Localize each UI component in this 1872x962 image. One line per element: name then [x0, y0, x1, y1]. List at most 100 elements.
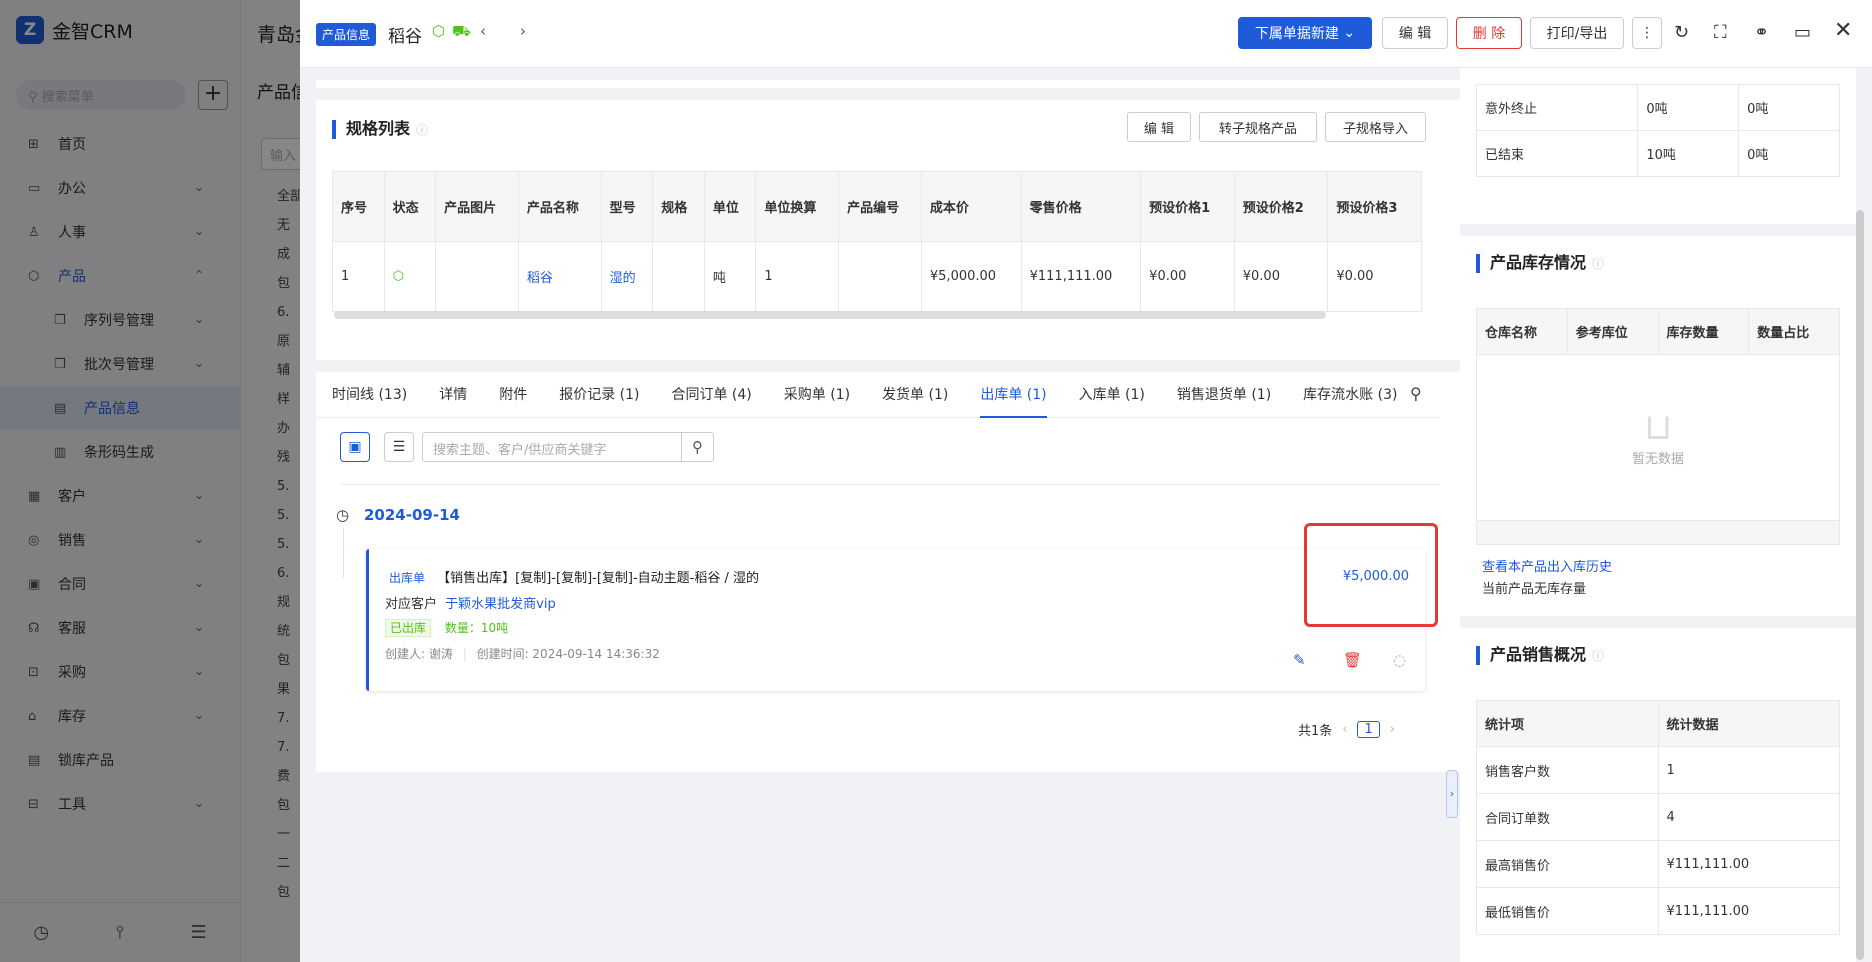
comment-icon[interactable]: ◌	[1393, 651, 1406, 669]
truck-icon: ⛟	[452, 22, 471, 40]
table-cell: ¥111,111.00	[1021, 241, 1142, 312]
table-cell: 0吨	[1637, 84, 1740, 131]
refresh-icon[interactable]: ↻	[1674, 22, 1689, 43]
separator: |	[462, 647, 467, 661]
prev-page-icon[interactable]: ‹	[1342, 722, 1347, 737]
table-cell: 合同订单数	[1476, 793, 1659, 841]
column-header: 数量占比	[1748, 308, 1840, 355]
status-table: 意外终止 0吨 0吨 已结束 10吨 0吨	[1476, 84, 1840, 177]
table-row: 意外终止 0吨 0吨	[1476, 84, 1840, 131]
tab-7[interactable]: 出库单 (1)	[964, 372, 1062, 418]
outbound-record-card[interactable]: 出库单 【销售出库】[复制]-[复制]-[复制]-自动主题-稻谷 / 湿的 ¥5…	[366, 549, 1425, 691]
column-header: 统计项	[1476, 700, 1659, 747]
list-view-icon: ☰	[392, 439, 406, 455]
tab-6[interactable]: 发货单 (1)	[866, 372, 964, 417]
horizontal-scrollbar[interactable]	[334, 311, 1326, 319]
column-header: 仓库名称	[1476, 308, 1568, 355]
list-view-button[interactable]: ☰	[384, 432, 414, 462]
layout-icon[interactable]: ▭	[1794, 22, 1811, 43]
search-icon[interactable]: ⚲	[682, 432, 714, 462]
customer-link[interactable]: 于颖水果批发商vip	[445, 597, 556, 612]
table-cell: 1	[1658, 746, 1840, 794]
record-title[interactable]: 【销售出库】[复制]-[复制]-[复制]-自动主题-稻谷 / 湿的	[437, 571, 759, 586]
column-header: 状态	[384, 171, 437, 242]
sub-spec-import-button[interactable]: 子规格导入	[1325, 112, 1426, 142]
column-header: 序号	[332, 171, 385, 242]
table-cell: 最高销售价	[1476, 840, 1659, 888]
table-cell: ¥111,111.00	[1658, 887, 1840, 935]
drawer-title: 稻谷	[388, 27, 422, 47]
spec-table: 序号 状态 产品图片 产品名称 型号 规格 单位 单位换算 产品编号 成本价 零售价格 预设价格1 预设…	[332, 171, 1422, 312]
next-record-icon[interactable]: ›	[520, 22, 526, 40]
page-1[interactable]: 1	[1357, 721, 1380, 738]
panel-toggle-icon[interactable]: ›	[1446, 770, 1458, 818]
column-header: 统计数据	[1658, 700, 1840, 747]
table-cell	[838, 241, 922, 312]
table-row: 销售客户数 1	[1476, 746, 1840, 794]
tab-4[interactable]: 合同订单 (4)	[655, 372, 767, 417]
more-icon[interactable]: ⋮	[1632, 17, 1662, 49]
tab-8[interactable]: 入库单 (1)	[1063, 372, 1161, 417]
timeline-view-icon: ▣	[348, 439, 362, 455]
stock-card: 产品库存情况 ⓘ 仓库名称 参考库位 库存数量 数量占比 ⊔ 暂无数据 查看本产品出入库历…	[1460, 236, 1856, 616]
table-row: 最高销售价 ¥111,111.00	[1476, 840, 1840, 888]
trash-icon[interactable]: 🗑	[1343, 651, 1362, 669]
table-cell: 10吨	[1637, 130, 1740, 177]
help-icon[interactable]: ⓘ	[416, 123, 428, 137]
column-header: 零售价格	[1021, 171, 1142, 242]
table-cell: ⬡	[384, 241, 437, 312]
tab-0[interactable]: 时间线 (13)	[316, 372, 423, 417]
table-cell[interactable]: 稻谷	[518, 241, 602, 312]
tab-search-icon[interactable]: ⚲	[1410, 384, 1422, 403]
help-icon[interactable]: ⓘ	[1592, 257, 1604, 271]
sales-section-title: 产品销售概况 ⓘ	[1476, 646, 1604, 665]
column-header: 规格	[652, 171, 705, 242]
stock-table: 仓库名称 参考库位 库存数量 数量占比 ⊔ 暂无数据	[1476, 308, 1840, 545]
timeline-date: 2024-09-14	[364, 506, 460, 524]
prev-record-icon[interactable]: ‹	[480, 22, 486, 40]
print-export-button[interactable]: 打印/导出	[1530, 17, 1624, 49]
table-cell[interactable]: 湿的	[601, 241, 654, 312]
tab-2[interactable]: 附件	[483, 372, 543, 417]
table-cell: 4	[1658, 793, 1840, 841]
spec-edit-button[interactable]: 编 辑	[1127, 112, 1191, 142]
link-icon[interactable]: ⚭	[1754, 22, 1769, 43]
overlay-mask[interactable]	[0, 0, 300, 962]
fullscreen-icon[interactable]: ⛶	[1714, 22, 1727, 43]
edit-icon[interactable]: ✎	[1293, 651, 1306, 669]
next-page-icon[interactable]: ›	[1390, 722, 1395, 737]
timeline-view-button[interactable]: ▣	[340, 432, 370, 462]
top-card-strip	[316, 80, 1460, 88]
tab-10[interactable]: 库存流水账 (3)	[1287, 372, 1413, 417]
drawer-header: 产品信息 稻谷 ⬡ ⛟ ‹ › 下属单据新建 ⌄ 编 辑 删 除 打印/导出 ⋮…	[300, 0, 1872, 68]
tab-5[interactable]: 采购单 (1)	[768, 372, 866, 417]
column-header: 单位	[704, 171, 757, 242]
status-badge: 已出库	[385, 619, 432, 637]
spec-title-text: 规格列表	[346, 119, 411, 138]
tab-3[interactable]: 报价记录 (1)	[543, 372, 655, 417]
vertical-scrollbar[interactable]	[1856, 210, 1864, 960]
table-cell: 已结束	[1476, 130, 1639, 177]
table-cell	[435, 241, 519, 312]
delete-button[interactable]: 删 除	[1456, 17, 1522, 49]
empty-box-icon: ⊔	[1643, 407, 1673, 448]
tab-9[interactable]: 销售退货单 (1)	[1161, 372, 1287, 417]
column-header: 预设价格3	[1327, 171, 1422, 242]
close-icon[interactable]: ✕	[1834, 18, 1852, 43]
record-search-input[interactable]: 搜索主题、客户/供应商关键字	[422, 432, 682, 462]
total-count: 共1条	[1298, 724, 1333, 739]
pagination: 共1条 ‹ 1 ›	[1298, 720, 1395, 739]
help-icon[interactable]: ⓘ	[1592, 649, 1604, 663]
spec-table-header: 序号 状态 产品图片 产品名称 型号 规格 单位 单位换算 产品编号 成本价 零售价格 预设价格1 预设…	[332, 171, 1422, 242]
convert-sub-spec-button[interactable]: 转子规格产品	[1199, 112, 1317, 142]
table-cell: 0吨	[1738, 130, 1840, 177]
new-sub-document-button[interactable]: 下属单据新建 ⌄	[1238, 17, 1372, 49]
table-cell: 1	[332, 241, 385, 312]
edit-button[interactable]: 编 辑	[1382, 17, 1448, 49]
stock-history-link[interactable]: 查看本产品出入库历史	[1482, 556, 1612, 575]
tab-1[interactable]: 详情	[423, 372, 483, 417]
table-row[interactable]: 1 ⬡ 稻谷 湿的吨 1 ¥5,000.00 ¥111,111.00 ¥0.00 ¥0.00 ¥0…	[332, 241, 1422, 312]
highlight-box	[1304, 523, 1438, 627]
table-row: 最低销售价 ¥111,111.00	[1476, 887, 1840, 935]
table-cell: 销售客户数	[1476, 746, 1659, 794]
